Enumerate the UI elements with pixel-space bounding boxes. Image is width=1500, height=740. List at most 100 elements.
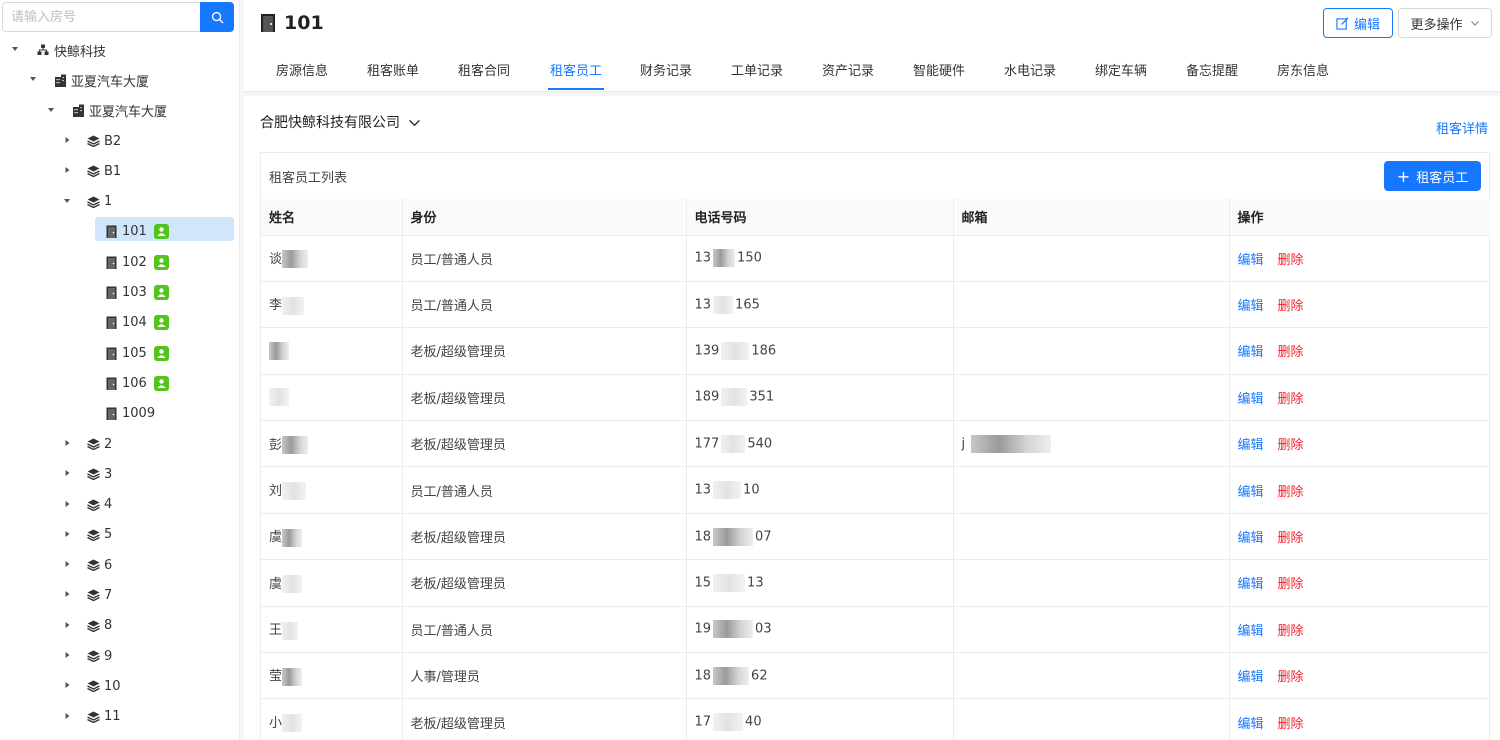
- redaction-mask: [713, 666, 750, 685]
- row-edit-link[interactable]: 编辑: [1238, 577, 1264, 592]
- tab-4[interactable]: 财务记录: [640, 60, 692, 79]
- tree-node-floor[interactable]: 10: [0, 671, 240, 701]
- tab-9[interactable]: 绑定车辆: [1095, 60, 1147, 79]
- caret-right-icon[interactable]: [62, 621, 72, 631]
- row-delete-link[interactable]: 删除: [1278, 438, 1304, 453]
- row-edit-link[interactable]: 编辑: [1238, 485, 1264, 500]
- tab-6[interactable]: 资产记录: [822, 60, 874, 79]
- tree-node-room[interactable]: 1009: [0, 399, 240, 429]
- row-edit-link[interactable]: 编辑: [1238, 670, 1264, 685]
- add-tenant-staff-button[interactable]: + 租客员工: [1384, 161, 1481, 191]
- tab-11[interactable]: 房东信息: [1277, 60, 1329, 79]
- tree-node-floor[interactable]: 9: [0, 641, 240, 671]
- table-row: 李 员工/普通人员 13 165 编辑 删除: [261, 281, 1490, 329]
- caret-right-icon[interactable]: [62, 166, 72, 176]
- tree-node-room[interactable]: 106: [0, 368, 240, 398]
- row-delete-link[interactable]: 删除: [1278, 345, 1304, 360]
- caret-right-icon[interactable]: [62, 500, 72, 510]
- tab-5[interactable]: 工单记录: [731, 60, 783, 79]
- tree-node-label: 6: [104, 557, 113, 573]
- row-delete-link[interactable]: 删除: [1278, 392, 1304, 407]
- tree-node-floor-open[interactable]: 1: [0, 186, 240, 216]
- tab-0[interactable]: 房源信息: [276, 60, 328, 79]
- tree-node-room[interactable]: 105: [0, 338, 240, 368]
- edit-room-button[interactable]: 编辑: [1323, 8, 1393, 38]
- more-actions-dropdown[interactable]: 更多操作: [1398, 8, 1492, 38]
- caret-right-icon[interactable]: [62, 651, 72, 661]
- caret-down-icon[interactable]: [10, 45, 20, 55]
- tree-node-sub-building[interactable]: 亚夏汽车大厦: [0, 96, 240, 126]
- chevron-down-icon: [409, 119, 420, 126]
- tree-node-floor[interactable]: 4: [0, 489, 240, 519]
- tree-node-org[interactable]: 快鲸科技: [0, 35, 240, 65]
- company-selector[interactable]: 合肥快鲸科技有限公司: [260, 112, 421, 132]
- row-delete-link[interactable]: 删除: [1278, 253, 1304, 268]
- caret-right-icon[interactable]: [62, 590, 72, 600]
- caret-right-icon[interactable]: [62, 469, 72, 479]
- tree-node-floor[interactable]: 6: [0, 550, 240, 580]
- caret-down-icon[interactable]: [28, 75, 38, 85]
- tenant-detail-link[interactable]: 租客详情: [1436, 118, 1488, 137]
- row-edit-link[interactable]: 编辑: [1238, 299, 1264, 314]
- caret-right-icon[interactable]: [62, 439, 72, 449]
- redaction-mask: [282, 714, 303, 733]
- redaction-mask: [713, 249, 736, 268]
- row-edit-link[interactable]: 编辑: [1238, 438, 1264, 453]
- caret-right-icon[interactable]: [62, 681, 72, 691]
- cell-phone-suffix: 03: [755, 621, 772, 637]
- cell-actions: 编辑 删除: [1229, 698, 1490, 740]
- tab-3[interactable]: 租客员工: [550, 60, 602, 79]
- row-delete-link[interactable]: 删除: [1278, 299, 1304, 314]
- room-search-input[interactable]: [2, 2, 200, 32]
- cell-name: 莹: [261, 652, 403, 700]
- cell-phone: 13 165: [686, 281, 954, 329]
- row-edit-link[interactable]: 编辑: [1238, 531, 1264, 546]
- caret-right-icon[interactable]: [62, 136, 72, 146]
- tree-node-floor[interactable]: B1: [0, 156, 240, 186]
- row-edit-link[interactable]: 编辑: [1238, 253, 1264, 268]
- tree-node-floor[interactable]: 5: [0, 520, 240, 550]
- tree-node-room[interactable]: 102: [0, 247, 240, 277]
- cell-phone: 13 10: [686, 466, 954, 514]
- tree-node-floor[interactable]: 11: [0, 702, 240, 732]
- cell-role: 员工/普通人员: [402, 606, 687, 654]
- tab-10[interactable]: 备忘提醒: [1186, 60, 1238, 79]
- row-delete-link[interactable]: 删除: [1278, 577, 1304, 592]
- row-delete-link[interactable]: 删除: [1278, 624, 1304, 639]
- tree-node-building[interactable]: 亚夏汽车大厦: [0, 65, 240, 95]
- caret-right-icon[interactable]: [62, 560, 72, 570]
- caret-down-icon[interactable]: [46, 106, 56, 116]
- caret-right-icon[interactable]: [62, 530, 72, 540]
- caret-right-icon[interactable]: [62, 712, 72, 722]
- search-button[interactable]: [200, 2, 234, 32]
- cell-role: 人事/管理员: [402, 652, 687, 700]
- tree-node-label: 7: [104, 587, 113, 603]
- row-edit-link[interactable]: 编辑: [1238, 392, 1264, 407]
- tab-2[interactable]: 租客合同: [458, 60, 510, 79]
- tree-node-floor[interactable]: 8: [0, 611, 240, 641]
- room-search: [2, 2, 234, 32]
- tree-node-floor[interactable]: B2: [0, 126, 240, 156]
- tab-7[interactable]: 智能硬件: [913, 60, 965, 79]
- row-edit-link[interactable]: 编辑: [1238, 717, 1264, 732]
- tree-node-floor[interactable]: 3: [0, 459, 240, 489]
- caret-down-icon[interactable]: [62, 197, 72, 207]
- row-delete-link[interactable]: 删除: [1278, 717, 1304, 732]
- tree-node-label: 2: [104, 436, 113, 452]
- tree-node-room[interactable]: 101: [0, 216, 240, 247]
- layers-icon: [86, 467, 100, 481]
- row-delete-link[interactable]: 删除: [1278, 670, 1304, 685]
- tree-node-floor[interactable]: 2: [0, 429, 240, 459]
- cell-actions: 编辑 删除: [1229, 652, 1490, 700]
- cell-name: 王: [261, 606, 403, 654]
- row-delete-link[interactable]: 删除: [1278, 531, 1304, 546]
- tree-node-label: 102: [122, 254, 147, 270]
- row-edit-link[interactable]: 编辑: [1238, 345, 1264, 360]
- tab-1[interactable]: 租客账单: [367, 60, 419, 79]
- tree-node-room[interactable]: 103: [0, 277, 240, 307]
- tree-node-floor[interactable]: 7: [0, 580, 240, 610]
- row-edit-link[interactable]: 编辑: [1238, 624, 1264, 639]
- tab-8[interactable]: 水电记录: [1004, 60, 1056, 79]
- tree-node-room[interactable]: 104: [0, 308, 240, 338]
- row-delete-link[interactable]: 删除: [1278, 485, 1304, 500]
